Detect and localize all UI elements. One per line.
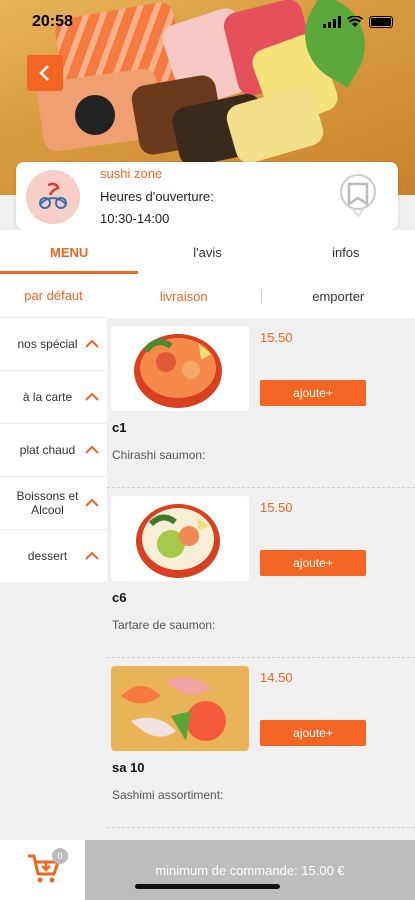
product-name: Tartare de saumon: <box>112 618 216 632</box>
filter-emporter[interactable]: emporter <box>260 288 415 304</box>
product-image <box>111 666 249 751</box>
status-bar: 20:58 <box>0 0 415 44</box>
cart-button[interactable]: 0 <box>0 840 85 900</box>
shop-name: sushi zone <box>100 166 163 181</box>
bottom-bar: 0 minimum de commande: 15.00 € <box>0 840 415 900</box>
favorite-badge-icon[interactable] <box>338 174 378 218</box>
sort-default[interactable]: par défaut <box>0 274 107 318</box>
chevron-up-icon <box>85 445 99 454</box>
category-nos-special[interactable]: nos spécial <box>0 318 107 371</box>
category-label: dessert <box>27 549 68 563</box>
chevron-up-icon <box>85 498 99 507</box>
product-price: 15.50 <box>260 330 293 345</box>
shop-info-card: sushi zone Heures d'ouverture: 10:30-14:… <box>16 162 398 230</box>
category-plat-chaud[interactable]: plat chaud <box>0 424 107 477</box>
list-item[interactable]: 15.50 ajoute+ c6 Tartare de saumon: <box>107 488 415 658</box>
tab-bar: MENU l'avis infos <box>0 230 415 274</box>
hours-label: Heures d'ouverture: <box>100 189 214 204</box>
list-item[interactable]: 14.50 ajoute+ sa 10 Sashimi assortiment: <box>107 658 415 828</box>
add-to-cart-button[interactable]: ajoute+ <box>260 380 366 406</box>
product-image <box>111 496 249 581</box>
filter-livraison[interactable]: livraison <box>107 289 261 304</box>
hours-value: 10:30-14:00 <box>100 211 170 226</box>
product-price: 15.50 <box>260 500 293 515</box>
product-image <box>111 326 249 411</box>
chevron-up-icon <box>85 339 99 348</box>
chevron-up-icon <box>85 551 99 560</box>
add-to-cart-button[interactable]: ajoute+ <box>260 550 366 576</box>
shop-logo <box>26 170 80 224</box>
product-list: 15.50 ajoute+ c1 Chirashi saumon: 15.50 … <box>107 318 415 840</box>
product-name: Chirashi saumon: <box>112 448 206 462</box>
add-to-cart-button[interactable]: ajoute+ <box>260 720 366 746</box>
product-code: c1 <box>112 420 127 435</box>
battery-icon <box>369 16 393 28</box>
cart-count-badge: 0 <box>52 848 68 864</box>
category-sidebar: par défaut nos spécial à la carte plat c… <box>0 274 107 843</box>
product-price: 14.50 <box>260 670 293 685</box>
category-label: plat chaud <box>19 443 76 457</box>
category-boissons[interactable]: Boissons et Alcool <box>0 477 107 530</box>
product-name: Sashimi assortiment: <box>112 788 224 802</box>
tab-infos[interactable]: infos <box>277 230 415 274</box>
category-dessert[interactable]: dessert <box>0 530 107 583</box>
product-code: sa 10 <box>112 760 145 775</box>
tab-menu[interactable]: MENU <box>0 230 139 274</box>
category-label: Boissons et Alcool <box>16 489 79 517</box>
minimum-order-label: minimum de commande: 15.00 € <box>85 840 415 900</box>
category-label: à la carte <box>22 390 73 404</box>
delivery-filter: livraison emporter <box>107 274 415 318</box>
chevron-up-icon <box>85 392 99 401</box>
category-label: nos spécial <box>17 337 78 351</box>
back-button[interactable] <box>27 55 63 91</box>
product-code: c6 <box>112 590 127 605</box>
wifi-icon <box>347 16 363 27</box>
home-indicator <box>135 884 280 889</box>
chevron-left-icon <box>39 65 49 81</box>
category-a-la-carte[interactable]: à la carte <box>0 371 107 424</box>
signal-icon <box>323 16 341 28</box>
list-item[interactable]: 15.50 ajoute+ c1 Chirashi saumon: <box>107 318 415 488</box>
tab-reviews[interactable]: l'avis <box>138 230 276 274</box>
status-time: 20:58 <box>32 13 73 30</box>
